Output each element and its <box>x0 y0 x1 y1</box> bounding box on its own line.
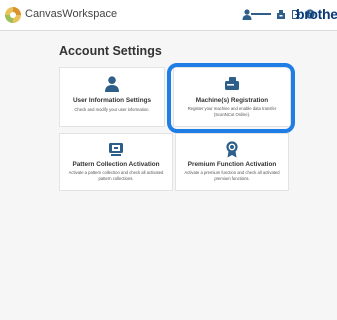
brother-brand-logo: brother <box>296 6 337 22</box>
user-icon <box>105 76 119 92</box>
app-header: CanvasWorkspace ? brother <box>0 0 337 31</box>
user-name-bar <box>251 13 271 15</box>
machine-registration-highlight <box>167 63 295 133</box>
card-description: Check and modify your user information. <box>74 107 150 112</box>
canvasworkspace-logo-icon[interactable] <box>4 6 22 24</box>
pattern-collection-activation-card[interactable]: Pattern Collection Activation Activate a… <box>59 133 173 191</box>
card-title: User Information Settings <box>72 97 152 104</box>
pattern-icon <box>109 143 123 156</box>
page-title: Account Settings <box>59 44 162 58</box>
app-title: CanvasWorkspace <box>25 8 118 20</box>
card-description: Activate a pattern collection and check … <box>68 170 164 181</box>
import-icon[interactable] <box>276 9 286 20</box>
card-title: Pattern Collection Activation <box>72 161 160 168</box>
card-title: Premium Function Activation <box>187 161 277 168</box>
user-information-settings-card[interactable]: User Information Settings Check and modi… <box>59 67 165 127</box>
premium-function-activation-card[interactable]: Premium Function Activation Activate a p… <box>175 133 289 191</box>
badge-icon <box>226 141 238 158</box>
card-description: Activate a premium function and check al… <box>184 170 280 181</box>
